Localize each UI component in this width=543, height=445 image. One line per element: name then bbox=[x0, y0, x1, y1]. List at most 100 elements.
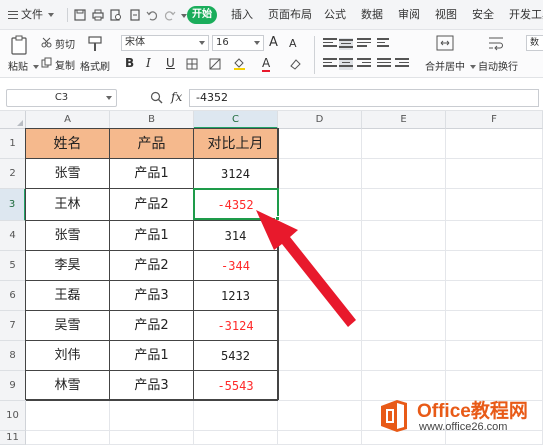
tab-formulas[interactable]: 公式 bbox=[324, 0, 346, 30]
align-top-icon[interactable] bbox=[323, 38, 337, 50]
print-preview-icon[interactable] bbox=[110, 9, 122, 21]
empty-cell-e6[interactable] bbox=[362, 281, 446, 311]
empty-cell-f3[interactable] bbox=[446, 189, 543, 221]
empty-cell-f6[interactable] bbox=[446, 281, 543, 311]
empty-cell-d6[interactable] bbox=[278, 281, 362, 311]
paste-button[interactable]: 粘贴 bbox=[8, 58, 40, 73]
tab-developer[interactable]: 开发工具 bbox=[509, 0, 543, 30]
copy-button[interactable]: 复制 bbox=[55, 57, 75, 72]
cell-b5[interactable]: 产品2 bbox=[110, 251, 194, 281]
underline-button[interactable]: U bbox=[166, 56, 175, 70]
eraser-icon[interactable] bbox=[289, 58, 301, 70]
wrap-text-icon[interactable] bbox=[487, 35, 505, 51]
empty-cell-f5[interactable] bbox=[446, 251, 543, 281]
row-header-11[interactable]: 11 bbox=[0, 431, 26, 445]
cell-c3[interactable]: -4352 bbox=[194, 189, 278, 221]
align-right-icon[interactable] bbox=[357, 58, 371, 70]
select-all-corner[interactable] bbox=[0, 111, 26, 129]
empty-cell-f2[interactable] bbox=[446, 159, 543, 189]
fill-handle[interactable] bbox=[275, 216, 280, 221]
format-painter-icon[interactable] bbox=[87, 35, 103, 53]
cell-c7[interactable]: -3124 bbox=[194, 311, 278, 341]
cell-c2[interactable]: 3124 bbox=[194, 159, 278, 189]
tab-home[interactable]: 开始 bbox=[187, 6, 217, 24]
column-header-b[interactable]: B bbox=[110, 111, 194, 129]
empty-cell-f4[interactable] bbox=[446, 221, 543, 251]
undo-icon[interactable] bbox=[146, 9, 158, 21]
bold-button[interactable]: B bbox=[125, 56, 134, 70]
row-header-10[interactable]: 10 bbox=[0, 401, 26, 431]
print-icon[interactable] bbox=[92, 9, 104, 21]
empty-cell-f7[interactable] bbox=[446, 311, 543, 341]
column-header-d[interactable]: D bbox=[278, 111, 362, 129]
number-format-select[interactable]: 数 bbox=[526, 35, 543, 51]
cell-a2[interactable]: 张雪 bbox=[26, 159, 110, 189]
align-bottom-icon[interactable] bbox=[357, 38, 371, 50]
column-header-f[interactable]: F bbox=[446, 111, 543, 129]
cell-a6[interactable]: 王磊 bbox=[26, 281, 110, 311]
tab-security[interactable]: 安全 bbox=[472, 0, 494, 30]
cell-b8[interactable]: 产品1 bbox=[110, 341, 194, 371]
column-header-c[interactable]: C bbox=[194, 111, 278, 129]
cell-b7[interactable]: 产品2 bbox=[110, 311, 194, 341]
header-cell-c[interactable]: 对比上月 bbox=[194, 129, 278, 159]
empty-cell-d7[interactable] bbox=[278, 311, 362, 341]
cell-a4[interactable]: 张雪 bbox=[26, 221, 110, 251]
justify-icon[interactable] bbox=[377, 58, 391, 70]
empty-cell-c10[interactable] bbox=[194, 401, 278, 431]
row-header-4[interactable]: 4 bbox=[0, 221, 26, 251]
empty-cell-e8[interactable] bbox=[362, 341, 446, 371]
empty-cell-d1[interactable] bbox=[278, 129, 362, 159]
row-header-7[interactable]: 7 bbox=[0, 311, 26, 341]
header-cell-b[interactable]: 产品 bbox=[110, 129, 194, 159]
row-header-3[interactable]: 3 bbox=[0, 189, 26, 221]
align-middle-icon[interactable] bbox=[339, 38, 353, 50]
empty-cell-a11[interactable] bbox=[26, 431, 110, 445]
cell-b3[interactable]: 产品2 bbox=[110, 189, 194, 221]
empty-cell-e2[interactable] bbox=[362, 159, 446, 189]
grow-font-button[interactable]: A bbox=[269, 35, 278, 50]
format-painter-label[interactable]: 格式刷 bbox=[80, 58, 110, 73]
wrap-text-button[interactable]: 自动换行 bbox=[478, 58, 518, 73]
redo-icon[interactable] bbox=[164, 9, 176, 21]
empty-cell-d11[interactable] bbox=[278, 431, 362, 445]
formula-input[interactable]: -4352 bbox=[189, 89, 539, 107]
font-color-button[interactable]: A bbox=[262, 56, 271, 72]
cell-c4[interactable]: 314 bbox=[194, 221, 278, 251]
empty-cell-d5[interactable] bbox=[278, 251, 362, 281]
empty-cell-d2[interactable] bbox=[278, 159, 362, 189]
tab-insert[interactable]: 插入 bbox=[231, 0, 253, 30]
export-pdf-icon[interactable] bbox=[129, 9, 141, 21]
empty-cell-f1[interactable] bbox=[446, 129, 543, 159]
shrink-font-button[interactable]: A bbox=[289, 37, 297, 50]
cut-button[interactable]: 剪切 bbox=[55, 36, 75, 51]
cell-c6[interactable]: 1213 bbox=[194, 281, 278, 311]
empty-cell-b11[interactable] bbox=[110, 431, 194, 445]
italic-button[interactable]: I bbox=[146, 56, 151, 70]
cell-a3[interactable]: 王林 bbox=[26, 189, 110, 221]
tab-review[interactable]: 审阅 bbox=[398, 0, 420, 30]
empty-cell-f8[interactable] bbox=[446, 341, 543, 371]
orientation-icon[interactable] bbox=[377, 38, 391, 50]
fill-color-icon[interactable] bbox=[233, 57, 246, 70]
merge-center-button[interactable]: 合并居中 bbox=[425, 58, 477, 73]
row-header-2[interactable]: 2 bbox=[0, 159, 26, 189]
zoom-search-icon[interactable] bbox=[150, 91, 163, 104]
empty-cell-a10[interactable] bbox=[26, 401, 110, 431]
row-header-1[interactable]: 1 bbox=[0, 129, 26, 159]
tab-data[interactable]: 数据 bbox=[361, 0, 383, 30]
tab-view[interactable]: 视图 bbox=[435, 0, 457, 30]
row-header-5[interactable]: 5 bbox=[0, 251, 26, 281]
row-header-6[interactable]: 6 bbox=[0, 281, 26, 311]
empty-cell-d3[interactable] bbox=[278, 189, 362, 221]
empty-cell-d4[interactable] bbox=[278, 221, 362, 251]
insert-function-button[interactable]: fx bbox=[171, 90, 182, 104]
empty-cell-d10[interactable] bbox=[278, 401, 362, 431]
paste-icon[interactable] bbox=[10, 35, 28, 55]
tab-page-layout[interactable]: 页面布局 bbox=[268, 0, 312, 30]
borders-icon[interactable] bbox=[186, 58, 198, 70]
empty-cell-e4[interactable] bbox=[362, 221, 446, 251]
save-icon[interactable] bbox=[74, 9, 86, 21]
cell-c9[interactable]: -5543 bbox=[194, 371, 278, 401]
font-name-select[interactable]: 宋体 bbox=[121, 35, 209, 51]
